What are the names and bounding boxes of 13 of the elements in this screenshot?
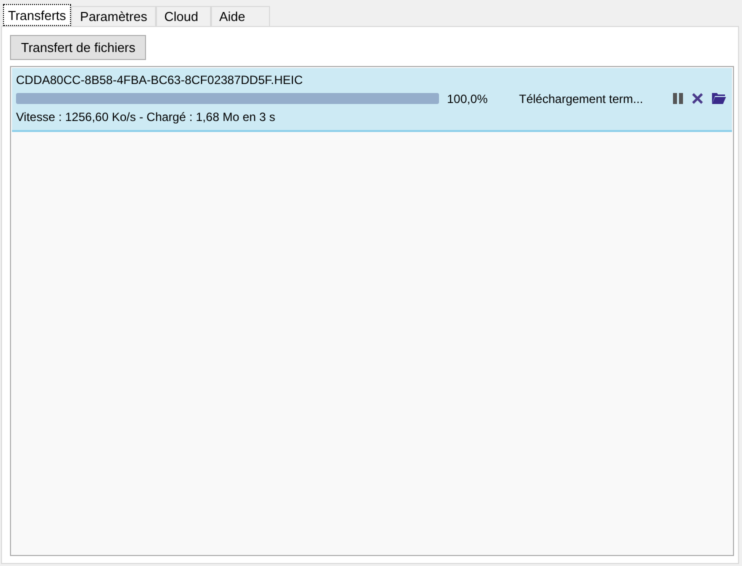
tab[interactable]: Cloud: [156, 6, 212, 26]
close-icon[interactable]: [692, 93, 703, 104]
tab[interactable]: Paramètres: [71, 6, 156, 26]
transfer-details: Vitesse : 1256,60 Ko/s - Chargé : 1,68 Mo en 3 s: [16, 109, 276, 126]
transfer-button[interactable]: Transfert de fichiers: [10, 35, 146, 60]
file-name: CDDA80CC-8B58-4FBA-BC63-8CF02387DD5F.HEIC: [16, 72, 304, 89]
transfer-item[interactable]: CDDA80CC-8B58-4FBA-BC63-8CF02387DD5F.HEIC 100,0% Téléchargement term... Vitesse : 1256,60 Ko/s - Chargé : 1,68 Mo en 3 s: [12, 68, 732, 132]
percent-text: 100,0%: [447, 92, 489, 106]
pause-icon[interactable]: [673, 93, 683, 104]
tab[interactable]: Transferts: [3, 4, 72, 26]
status-text: Téléchargement term...: [519, 92, 644, 106]
tab[interactable]: Aide: [211, 6, 270, 26]
folder-icon[interactable]: [712, 93, 726, 104]
